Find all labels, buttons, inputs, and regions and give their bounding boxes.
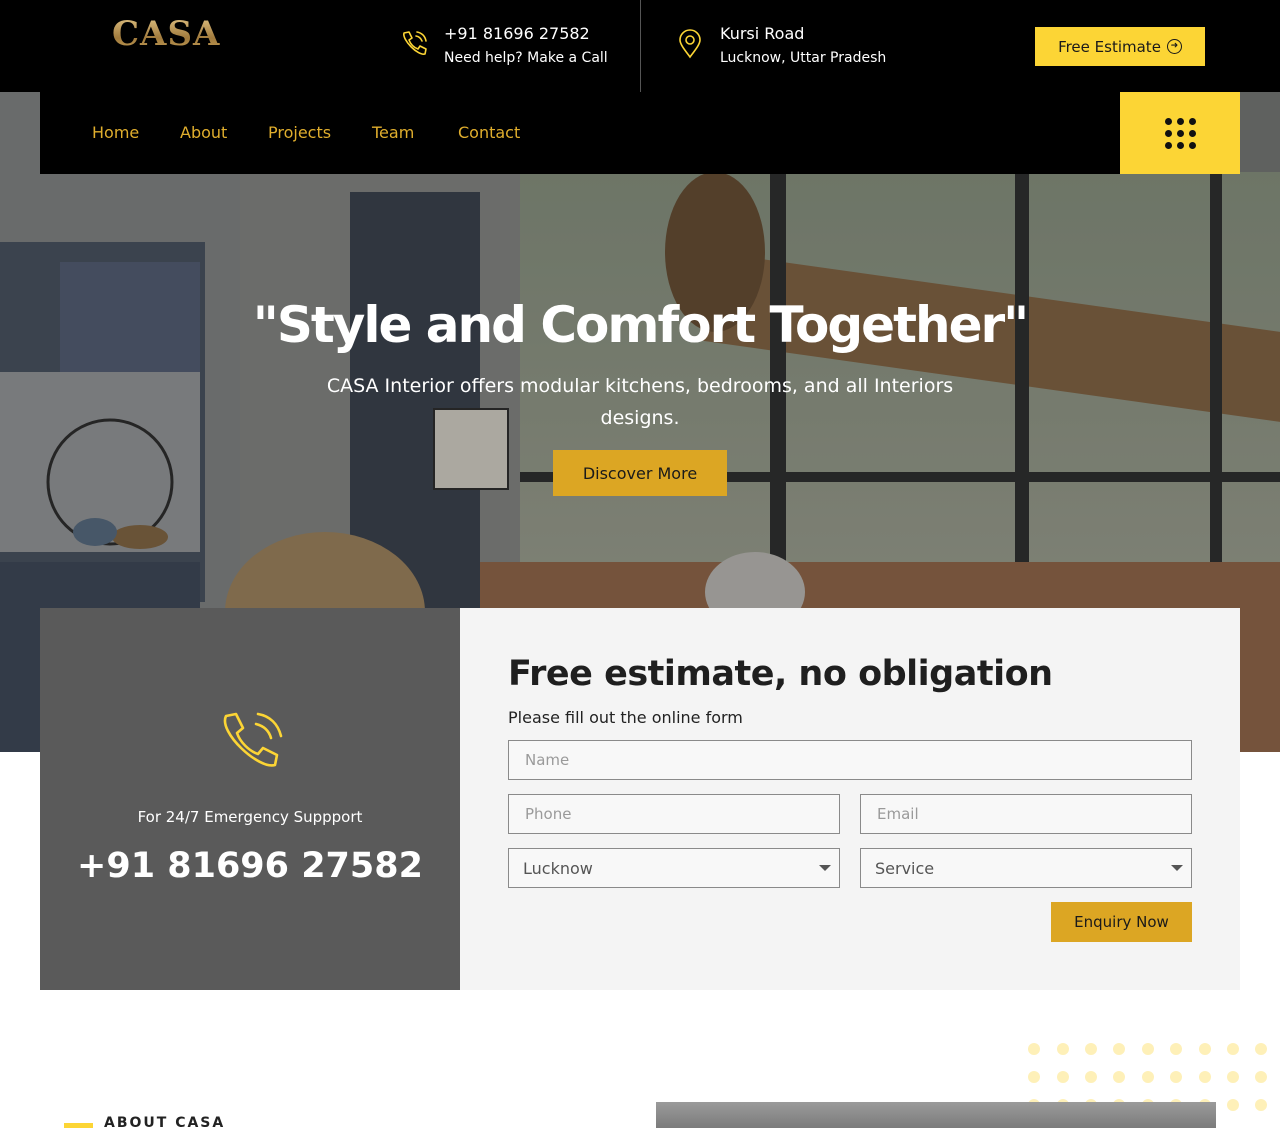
nav-team[interactable]: Team (372, 123, 414, 142)
enquiry-now-button[interactable]: Enquiry Now (1051, 902, 1192, 942)
form-title: Free estimate, no obligation (508, 654, 1053, 694)
discover-more-button[interactable]: Discover More (553, 450, 727, 496)
location-pin-icon (679, 29, 701, 59)
nav-home[interactable]: Home (92, 123, 139, 142)
email-field[interactable] (860, 794, 1192, 834)
topbar-phone-number[interactable]: +91 81696 27582 (444, 22, 608, 46)
phone-ringing-icon (223, 712, 283, 767)
city-select[interactable]: Lucknow (508, 848, 840, 888)
page: CASA +91 81696 27582 Need help? Make a C… (0, 0, 1280, 1128)
chevron-down-icon (819, 865, 831, 871)
emergency-support-panel: For 24/7 Emergency Suppport +91 81696 27… (40, 608, 460, 990)
topbar-phone-caption: Need help? Make a Call (444, 50, 608, 66)
form-subtitle: Please fill out the online form (508, 708, 743, 727)
about-accent-bar (64, 1123, 93, 1128)
location-title: Kursi Road (720, 24, 805, 43)
nav-projects[interactable]: Projects (268, 123, 331, 142)
grid-menu-icon (1164, 117, 1196, 149)
support-label: For 24/7 Emergency Suppport (137, 808, 363, 826)
header-divider (640, 0, 641, 92)
about-section-label: ABOUT CASA (104, 1115, 226, 1128)
support-phone-number[interactable]: +91 81696 27582 (40, 846, 460, 886)
call-contact[interactable]: +91 81696 27582 Need help? Make a Call (398, 22, 608, 70)
service-select-value: Service (875, 858, 935, 878)
nav-contact[interactable]: Contact (458, 123, 520, 142)
hero-title: "Style and Comfort Together" (252, 296, 1029, 354)
free-estimate-button[interactable]: Free Estimate ➜ (1035, 27, 1205, 66)
main-nav: Home About Projects Team Contact (40, 92, 1240, 174)
about-image (656, 1102, 1216, 1128)
estimate-form: Free estimate, no obligation Please fill… (460, 608, 1240, 990)
hero-subtitle: CASA Interior offers modular kitchens, b… (326, 375, 954, 429)
city-select-value: Lucknow (523, 858, 593, 878)
service-select[interactable]: Service (860, 848, 1192, 888)
chevron-down-icon (1171, 865, 1183, 871)
nav-about[interactable]: About (180, 123, 227, 142)
arrow-circle-icon: ➜ (1166, 39, 1182, 54)
phone-field[interactable] (508, 794, 840, 834)
top-bar: CASA +91 81696 27582 Need help? Make a C… (0, 0, 1280, 92)
location-caption: Lucknow, Uttar Pradesh (720, 50, 887, 66)
location-contact: Kursi Road Lucknow, Uttar Pradesh (674, 22, 886, 70)
grid-menu-button[interactable] (1120, 92, 1240, 174)
phone-icon (403, 31, 427, 55)
free-estimate-label: Free Estimate (1058, 37, 1161, 56)
name-field[interactable] (508, 740, 1192, 780)
casa-logo[interactable]: CASA (112, 14, 220, 54)
